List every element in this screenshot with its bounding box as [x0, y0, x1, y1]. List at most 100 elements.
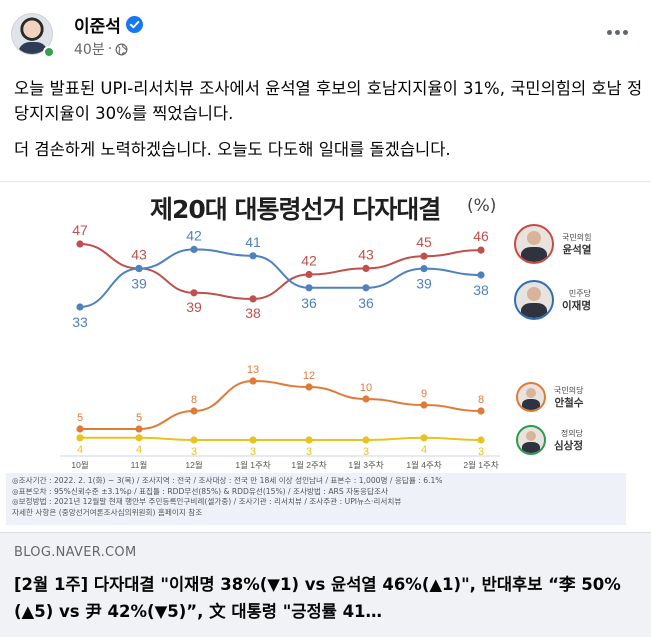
- candidate-name: 안철수: [554, 397, 584, 409]
- more-dot-icon: [614, 29, 620, 35]
- source-line: ◎표본오차 : 95%신뢰수준 ±3.1%p / 표집틀 : RDD무선(85%…: [12, 486, 388, 496]
- source-line: 자세한 사항은 (중앙선거여론조사심의위원회) 홈페이지 참조: [12, 507, 203, 517]
- post-meta: 40분 ·: [74, 39, 128, 59]
- candidate-ahn: 국민의당 안철수: [516, 382, 583, 412]
- data-point-ahn: [135, 425, 143, 433]
- data-point-ahn: [190, 407, 198, 415]
- data-point-yoon: [420, 252, 428, 260]
- post-body: 오늘 발표된 UPI-리서치뷰 조사에서 윤석열 후보의 호남지지율이 31%,…: [14, 77, 644, 175]
- candidate-lee: 민주당 이재명: [514, 280, 591, 320]
- data-point-lee: [135, 265, 143, 273]
- survey-source-note: ◎조사기간 : 2022. 2. 1(화) ~ 3(목) / 조사지역 : 전국…: [6, 473, 626, 525]
- source-line: ◎보정방법 : 2021년 12월말 현재 행안부 주민등록인구비례(셀가중) …: [12, 497, 402, 507]
- party-name: 정의당: [560, 429, 583, 438]
- data-label-yoon: 42: [301, 253, 317, 269]
- more-dot-icon: [622, 29, 628, 35]
- data-label-yoon: 43: [358, 246, 374, 262]
- source-line: ◎조사기간 : 2022. 2. 1(화) ~ 3(목) / 조사지역 : 전국…: [12, 476, 443, 485]
- x-tick-label: 2월 1주차: [463, 460, 498, 470]
- x-tick-label: 12월: [185, 460, 202, 470]
- data-label-ahn: 9: [421, 388, 427, 400]
- data-point-sim: [362, 436, 370, 444]
- data-point-ahn: [420, 401, 428, 409]
- data-point-ahn: [362, 395, 370, 403]
- data-label-ahn: 5: [136, 412, 142, 424]
- data-label-lee: 42: [186, 227, 202, 243]
- data-point-sim: [76, 434, 84, 442]
- verified-badge-icon: [125, 16, 143, 33]
- candidate-name: 심상정: [554, 440, 583, 452]
- candidate-photo-sim: [516, 425, 546, 455]
- candidate-label: 국민의힘 윤석열: [562, 231, 591, 257]
- data-label-yoon: 39: [186, 299, 202, 315]
- data-label-lee: 33: [72, 314, 88, 330]
- data-label-sim: 3: [191, 446, 197, 458]
- post-header: 이준석 40분 ·: [0, 0, 651, 70]
- candidate-label: 국민의당 안철수: [554, 384, 583, 410]
- candidate-yoon: 국민의힘 윤석열: [514, 224, 591, 264]
- data-point-yoon: [477, 246, 485, 254]
- link-domain: BLOG.NAVER.COM: [14, 545, 137, 560]
- data-label-ahn: 13: [247, 364, 259, 376]
- data-label-lee: 36: [358, 295, 374, 311]
- data-point-yoon: [76, 240, 84, 248]
- author-name[interactable]: 이준석: [74, 12, 121, 37]
- party-name: 민주당: [568, 289, 591, 298]
- online-status-icon: [43, 46, 55, 58]
- data-point-yoon: [362, 264, 370, 272]
- candidate-sim: 정의당 심상정: [516, 425, 583, 455]
- x-tick-label: 1월 4주차: [406, 460, 441, 470]
- data-label-sim: 3: [250, 446, 256, 458]
- globe-icon[interactable]: [115, 43, 128, 56]
- data-label-ahn: 10: [360, 382, 372, 394]
- data-label-sim: 3: [306, 446, 312, 458]
- data-label-yoon: 45: [416, 234, 432, 250]
- data-point-ahn: [76, 425, 84, 433]
- x-tick-label: 1월 2주차: [291, 460, 326, 470]
- x-tick-label: 10월: [71, 460, 88, 470]
- link-preview-card[interactable]: BLOG.NAVER.COM [2월 1주] 다자대결 "이재명 38%(▼1)…: [0, 532, 651, 637]
- more-options-button[interactable]: [601, 20, 633, 44]
- x-tick-label: 1월 1주차: [235, 460, 270, 470]
- party-name: 국민의당: [554, 386, 584, 395]
- data-point-lee: [190, 245, 198, 253]
- data-point-sim: [190, 436, 198, 444]
- data-label-yoon: 46: [473, 228, 489, 244]
- data-label-sim: 3: [363, 446, 369, 458]
- data-label-sim: 3: [478, 446, 484, 458]
- data-label-lee: 36: [301, 295, 317, 311]
- data-point-sim: [420, 434, 428, 442]
- data-label-lee: 38: [473, 282, 489, 298]
- data-label-sim: 4: [421, 444, 427, 456]
- data-point-ahn: [477, 407, 485, 415]
- data-point-yoon: [249, 295, 257, 303]
- x-tick-label: 11월: [131, 460, 148, 470]
- data-point-lee: [420, 265, 428, 273]
- data-label-lee: 41: [245, 234, 261, 250]
- candidate-label: 민주당 이재명: [562, 287, 591, 313]
- data-point-sim: [249, 436, 257, 444]
- data-point-lee: [76, 303, 84, 311]
- party-name: 국민의힘: [562, 233, 592, 242]
- data-point-sim: [135, 434, 143, 442]
- data-label-ahn: 8: [191, 394, 197, 406]
- data-point-yoon: [190, 289, 198, 297]
- data-point-lee: [477, 271, 485, 279]
- data-point-lee: [362, 284, 370, 292]
- data-label-ahn: 8: [478, 394, 484, 406]
- data-point-lee: [249, 252, 257, 260]
- data-label-lee: 39: [416, 276, 432, 292]
- candidate-photo-ahn: [516, 382, 546, 412]
- data-point-yoon: [305, 270, 313, 279]
- data-label-yoon: 38: [245, 305, 261, 321]
- shared-chart-image[interactable]: 제20대 대통령선거 다자대결 (%) 47 43 39 38 42 43 45 46 33 39…: [0, 181, 651, 530]
- post-time[interactable]: 40분: [74, 39, 105, 59]
- meta-separator: ·: [107, 41, 113, 57]
- link-title[interactable]: [2월 1주] 다자대결 "이재명 38%(▼1) vs 윤석열 46%(▲1)…: [14, 571, 634, 627]
- more-dot-icon: [606, 29, 612, 35]
- data-point-sim: [305, 436, 313, 444]
- data-label-ahn: 12: [303, 370, 315, 382]
- data-point-lee: [305, 284, 313, 292]
- data-label-lee: 39: [131, 276, 147, 292]
- data-label-ahn: 5: [77, 412, 83, 424]
